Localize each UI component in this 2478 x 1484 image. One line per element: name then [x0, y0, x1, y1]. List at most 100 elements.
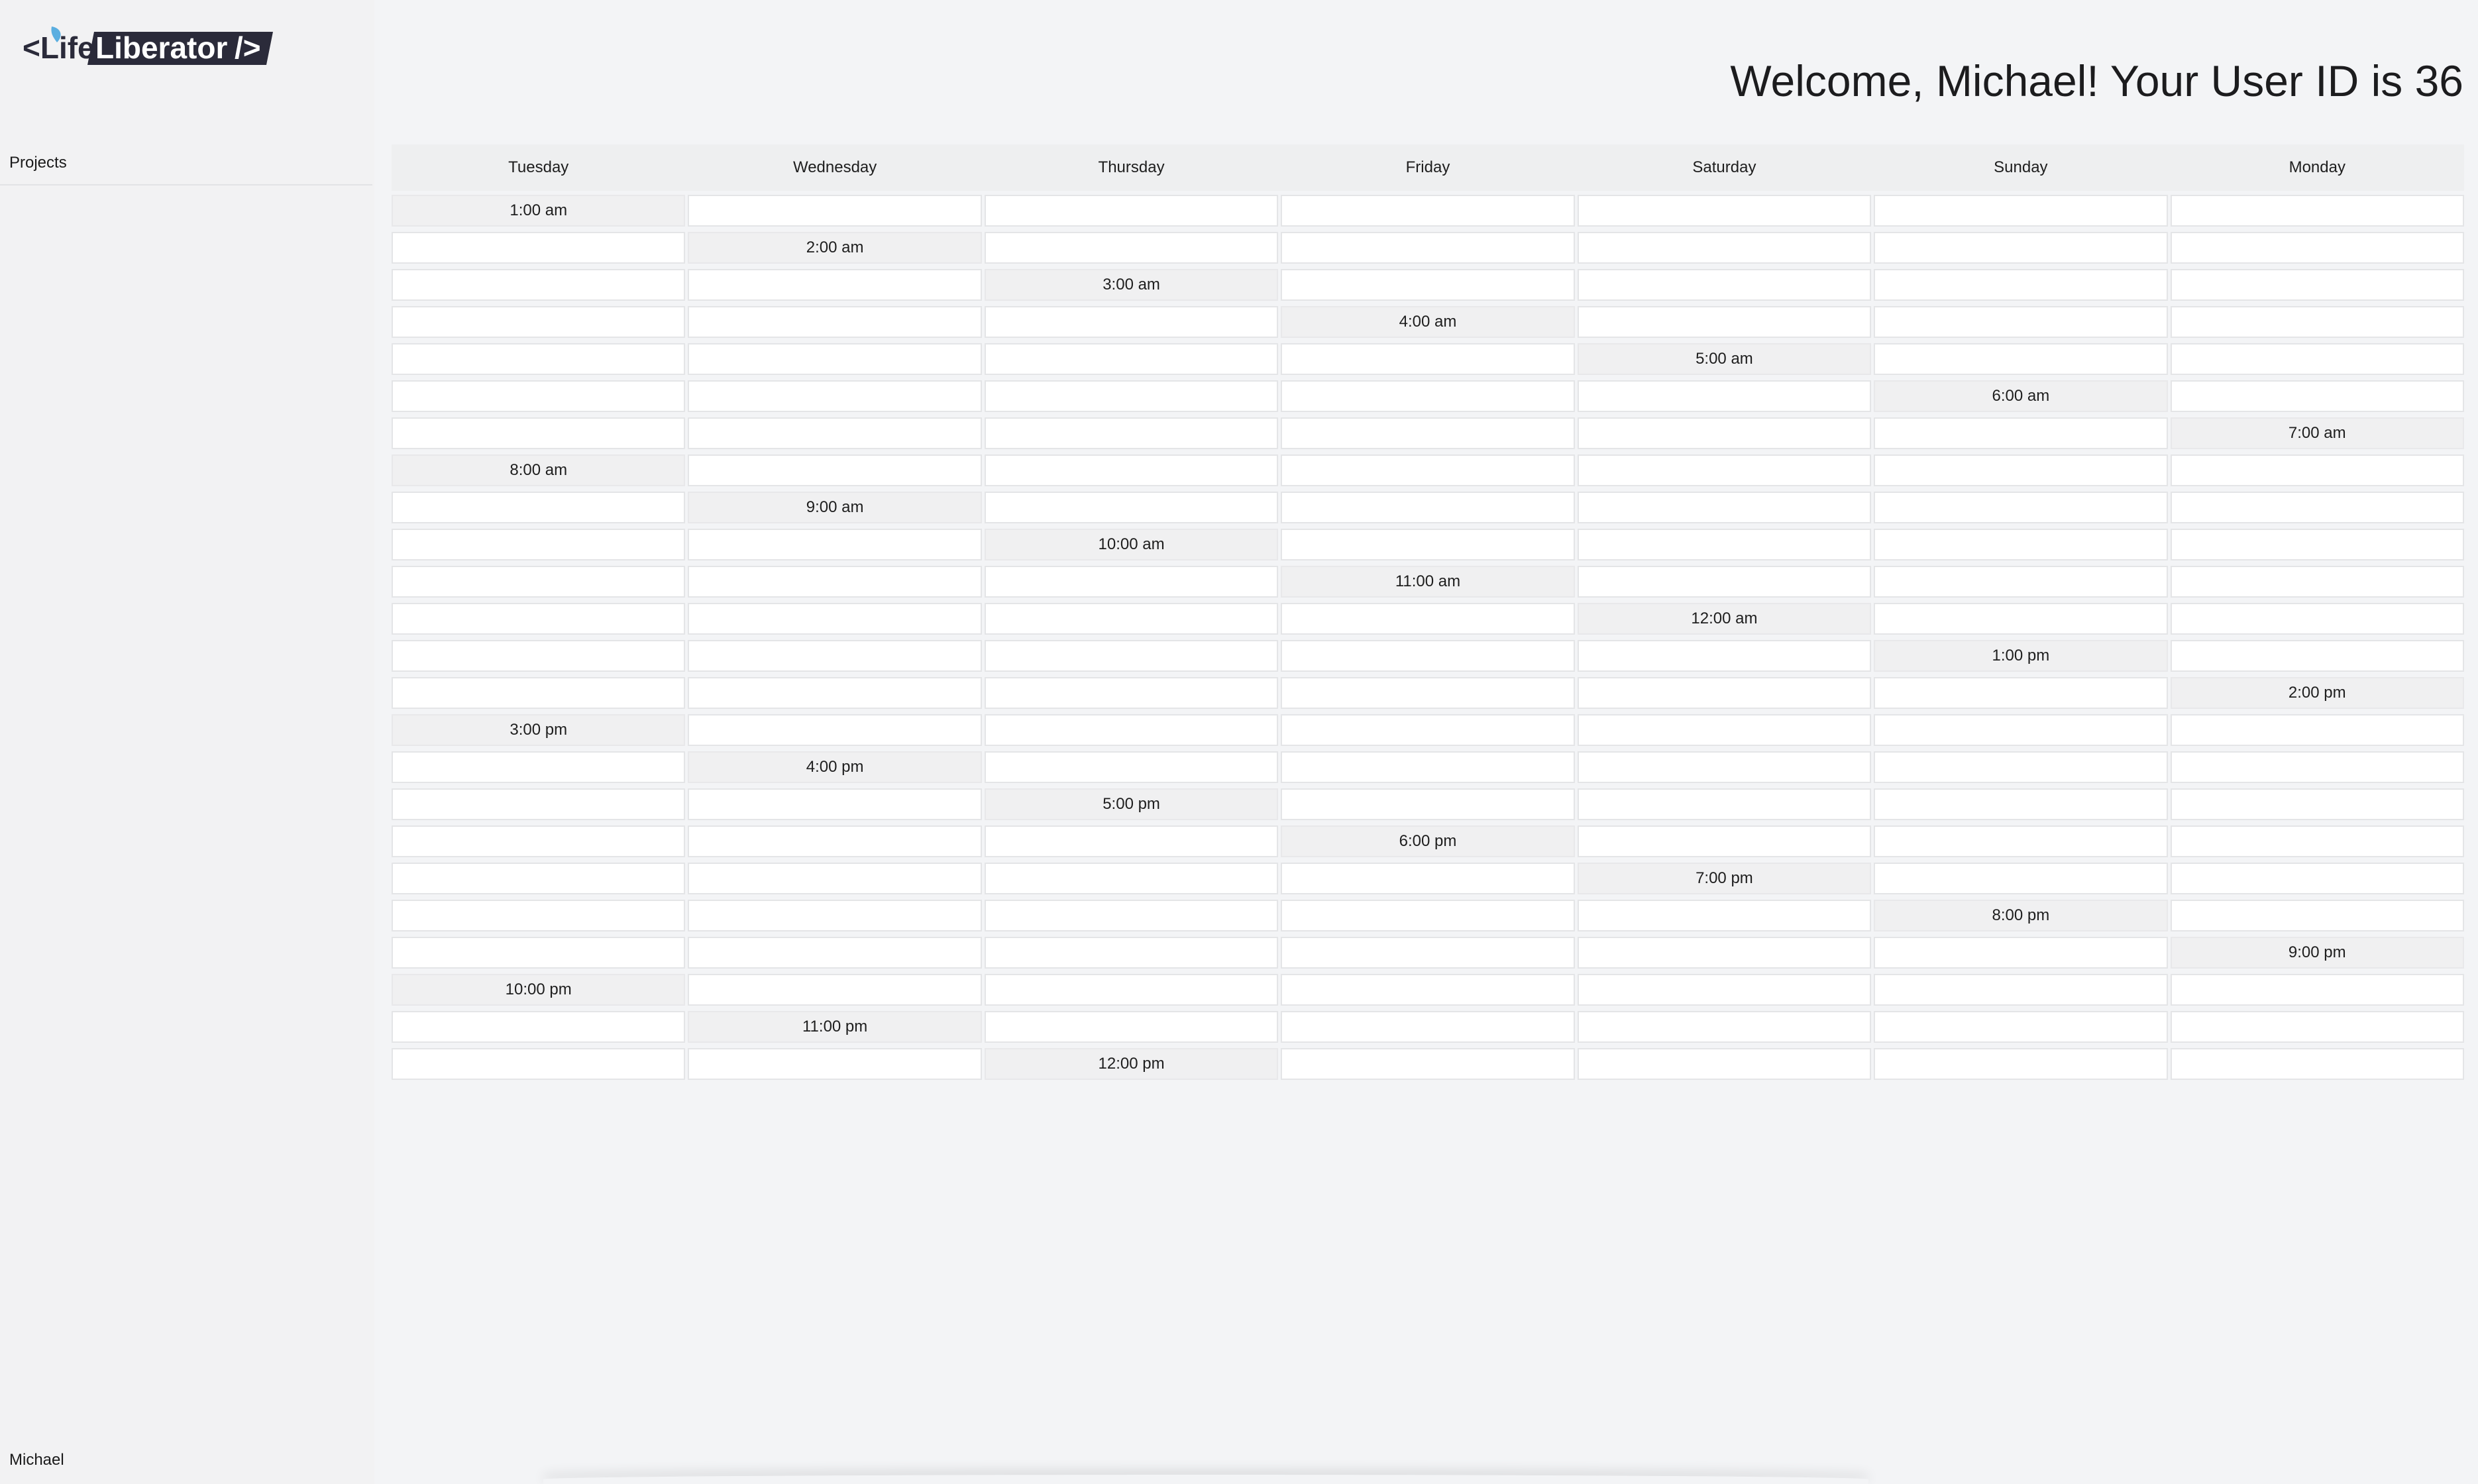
calendar-cell[interactable] — [1281, 232, 1575, 264]
calendar-cell[interactable] — [688, 529, 982, 560]
calendar-cell[interactable] — [392, 269, 686, 301]
calendar-cell[interactable] — [1281, 974, 1575, 1006]
calendar-cell[interactable] — [392, 937, 686, 969]
calendar-cell[interactable] — [392, 343, 686, 375]
calendar-cell[interactable] — [688, 380, 982, 412]
calendar-cell[interactable] — [1874, 937, 2168, 969]
calendar-cell[interactable] — [392, 825, 686, 857]
calendar-cell[interactable] — [688, 1048, 982, 1080]
calendar-cell[interactable] — [2170, 825, 2464, 857]
calendar-cell[interactable] — [688, 640, 982, 672]
time-slot[interactable]: 11:00 am — [1281, 566, 1575, 598]
calendar-cell[interactable] — [984, 566, 1279, 598]
calendar-cell[interactable] — [1577, 380, 1872, 412]
calendar-cell[interactable] — [688, 677, 982, 709]
calendar-cell[interactable] — [984, 454, 1279, 486]
calendar-cell[interactable] — [984, 937, 1279, 969]
time-slot[interactable]: 10:00 am — [984, 529, 1279, 560]
calendar-cell[interactable] — [2170, 974, 2464, 1006]
calendar-cell[interactable] — [688, 603, 982, 635]
calendar-cell[interactable] — [688, 566, 982, 598]
calendar-cell[interactable] — [1577, 454, 1872, 486]
calendar-cell[interactable] — [1874, 306, 2168, 338]
calendar-cell[interactable] — [1874, 454, 2168, 486]
calendar-cell[interactable] — [688, 788, 982, 820]
time-slot[interactable]: 8:00 am — [392, 454, 686, 486]
calendar-cell[interactable] — [1874, 603, 2168, 635]
calendar-cell[interactable] — [2170, 343, 2464, 375]
calendar-cell[interactable] — [392, 232, 686, 264]
calendar-cell[interactable] — [984, 306, 1279, 338]
calendar-cell[interactable] — [2170, 492, 2464, 523]
calendar-cell[interactable] — [2170, 269, 2464, 301]
calendar-cell[interactable] — [1874, 751, 2168, 783]
time-slot[interactable]: 4:00 pm — [688, 751, 982, 783]
calendar-cell[interactable] — [984, 714, 1279, 746]
calendar-cell[interactable] — [1874, 343, 2168, 375]
calendar-cell[interactable] — [688, 863, 982, 894]
calendar-cell[interactable] — [984, 825, 1279, 857]
calendar-cell[interactable] — [392, 751, 686, 783]
calendar-cell[interactable] — [392, 417, 686, 449]
calendar-cell[interactable] — [392, 863, 686, 894]
calendar-cell[interactable] — [1281, 863, 1575, 894]
time-slot[interactable]: 4:00 am — [1281, 306, 1575, 338]
calendar-cell[interactable] — [688, 417, 982, 449]
calendar-cell[interactable] — [392, 900, 686, 931]
time-slot[interactable]: 3:00 am — [984, 269, 1279, 301]
time-slot[interactable]: 9:00 am — [688, 492, 982, 523]
calendar-cell[interactable] — [2170, 863, 2464, 894]
calendar-cell[interactable] — [688, 825, 982, 857]
calendar-cell[interactable] — [688, 900, 982, 931]
calendar-cell[interactable] — [984, 417, 1279, 449]
calendar-cell[interactable] — [1874, 195, 2168, 227]
calendar-cell[interactable] — [1874, 677, 2168, 709]
time-slot[interactable]: 11:00 pm — [688, 1011, 982, 1043]
calendar-cell[interactable] — [1281, 529, 1575, 560]
calendar-cell[interactable] — [392, 640, 686, 672]
calendar-cell[interactable] — [688, 714, 982, 746]
calendar-cell[interactable] — [2170, 529, 2464, 560]
calendar-cell[interactable] — [688, 306, 982, 338]
calendar-cell[interactable] — [984, 492, 1279, 523]
calendar-cell[interactable] — [2170, 566, 2464, 598]
calendar-cell[interactable] — [984, 1011, 1279, 1043]
calendar-cell[interactable] — [1577, 232, 1872, 264]
time-slot[interactable]: 12:00 pm — [984, 1048, 1279, 1080]
calendar-cell[interactable] — [1281, 343, 1575, 375]
calendar-cell[interactable] — [688, 974, 982, 1006]
calendar-cell[interactable] — [1577, 529, 1872, 560]
calendar-cell[interactable] — [2170, 232, 2464, 264]
calendar-cell[interactable] — [688, 937, 982, 969]
calendar-cell[interactable] — [2170, 751, 2464, 783]
calendar-cell[interactable] — [984, 603, 1279, 635]
calendar-cell[interactable] — [1874, 232, 2168, 264]
calendar-cell[interactable] — [2170, 900, 2464, 931]
calendar-cell[interactable] — [1577, 900, 1872, 931]
calendar-cell[interactable] — [392, 788, 686, 820]
calendar-cell[interactable] — [1874, 714, 2168, 746]
calendar-cell[interactable] — [688, 454, 982, 486]
calendar-cell[interactable] — [1281, 1011, 1575, 1043]
calendar-cell[interactable] — [392, 1048, 686, 1080]
calendar-cell[interactable] — [1281, 380, 1575, 412]
calendar-cell[interactable] — [688, 195, 982, 227]
sidebar-item-projects[interactable]: Projects — [0, 140, 372, 186]
calendar-cell[interactable] — [1874, 825, 2168, 857]
calendar-cell[interactable] — [1874, 492, 2168, 523]
calendar-cell[interactable] — [1281, 269, 1575, 301]
calendar-cell[interactable] — [1281, 492, 1575, 523]
calendar-cell[interactable] — [2170, 195, 2464, 227]
life-liberator-logo[interactable]: <Life Liberator /> — [23, 24, 274, 70]
calendar-cell[interactable] — [1874, 529, 2168, 560]
time-slot[interactable]: 5:00 am — [1577, 343, 1872, 375]
calendar-cell[interactable] — [1281, 677, 1575, 709]
calendar-cell[interactable] — [984, 343, 1279, 375]
calendar-cell[interactable] — [1874, 863, 2168, 894]
time-slot[interactable]: 2:00 am — [688, 232, 982, 264]
calendar-cell[interactable] — [2170, 640, 2464, 672]
calendar-cell[interactable] — [392, 566, 686, 598]
time-slot[interactable]: 6:00 pm — [1281, 825, 1575, 857]
time-slot[interactable]: 2:00 pm — [2170, 677, 2464, 709]
time-slot[interactable]: 9:00 pm — [2170, 937, 2464, 969]
